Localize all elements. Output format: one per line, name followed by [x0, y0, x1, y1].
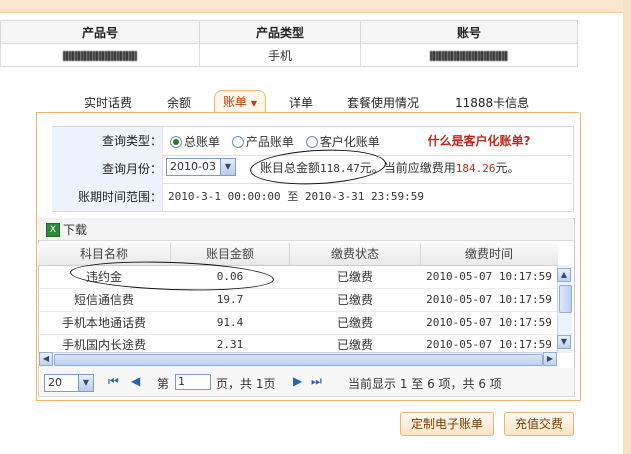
account-redacted	[360, 43, 578, 67]
row-status: 已缴费	[336, 270, 373, 284]
grid-toolbar	[38, 218, 573, 241]
horizontal-scroll-thumb[interactable]	[54, 354, 543, 366]
row-amount: 2.31	[216, 338, 244, 351]
page-number-input[interactable]: 1	[175, 374, 211, 390]
query-range-value: 2010-3-1 00:00:00 至 2010-3-31 23:59:59	[168, 190, 425, 203]
summary-due: 184.26	[455, 162, 496, 175]
scroll-left-icon[interactable]: ◀	[39, 352, 53, 366]
col-amount[interactable]: 账目金额	[171, 243, 290, 265]
row-amount: 91.4	[216, 316, 244, 329]
vertical-scroll-thumb[interactable]	[559, 285, 572, 313]
row-pay-time: 2010-05-07 10:17:59	[426, 338, 552, 351]
tab-bill-label: 账单	[223, 95, 248, 109]
summary-suffix: 元。	[495, 161, 520, 175]
radio-product-bill[interactable]	[231, 135, 244, 148]
radio-product-bill-label: 产品账单	[245, 134, 294, 149]
page-size-select[interactable]: 20 ▼	[44, 374, 94, 392]
row-amount: 19.7	[216, 293, 244, 306]
row-status: 已缴费	[336, 316, 373, 330]
product-type-value: 手机	[199, 43, 361, 67]
chevron-down-icon: ▼	[220, 159, 235, 175]
radio-total-bill-label: 总账单	[184, 134, 221, 149]
last-page-icon[interactable]: ⏭	[311, 374, 322, 389]
query-month-label: 查询月份：	[52, 155, 163, 183]
radio-custom-bill-label: 客户化账单	[319, 134, 380, 149]
recharge-button[interactable]: 充值交费	[504, 412, 575, 436]
month-select-value: 2010-03	[170, 160, 216, 173]
row-subject: 手机本地通话费	[61, 316, 146, 330]
page-suffix: 页，共 1页	[216, 377, 276, 391]
excel-icon[interactable]: X	[46, 223, 60, 237]
query-range-label: 账期时间范围：	[52, 183, 163, 211]
prev-page-icon[interactable]: ◀	[131, 374, 140, 388]
col-account: 账号	[360, 20, 578, 44]
custom-bill-help-link[interactable]: 什么是客户化账单?	[428, 134, 531, 148]
tab-realtime-charges[interactable]: 实时话费	[84, 93, 132, 113]
row-status: 已缴费	[336, 293, 373, 307]
table-row[interactable]: 手机本地通话费 91.4 已缴费 2010-05-07 10:17:59	[38, 312, 558, 335]
row-pay-time: 2010-05-07 10:17:59	[426, 270, 552, 283]
row-status: 已缴费	[336, 338, 373, 352]
tab-11888-card[interactable]: 11888卡信息	[455, 93, 529, 113]
row-pay-time: 2010-05-07 10:17:59	[426, 293, 552, 306]
product-no-redacted	[0, 43, 200, 67]
first-page-icon[interactable]: ⏮	[108, 374, 119, 389]
page-top-strip	[0, 0, 631, 13]
row-subject: 短信通信费	[73, 293, 134, 307]
tab-detail[interactable]: 详单	[289, 93, 313, 113]
page-right-edge	[623, 0, 631, 454]
scroll-right-icon[interactable]: ▶	[543, 352, 557, 366]
page-size-value: 20	[48, 376, 62, 389]
scroll-down-icon[interactable]: ▼	[557, 335, 571, 349]
chevron-down-icon: ▼	[78, 375, 93, 391]
col-pay-time[interactable]: 缴费时间	[421, 243, 557, 265]
next-page-icon[interactable]: ▶	[293, 374, 302, 388]
row-pay-time: 2010-05-07 10:17:59	[426, 316, 552, 329]
product-info-table: 产品号 产品类型 账号 手机	[0, 20, 578, 67]
col-product-no: 产品号	[0, 20, 200, 44]
col-status[interactable]: 缴费状态	[290, 243, 421, 265]
page-prefix: 第	[157, 377, 170, 391]
table-row[interactable]: 手机国内长途费 2.31 已缴费 2010-05-07 10:17:59	[38, 334, 558, 353]
query-range-row: 账期时间范围： 2010-3-1 00:00:00 至 2010-3-31 23…	[52, 183, 572, 211]
row-subject: 手机国内长途费	[61, 338, 146, 352]
chevron-down-icon: ▼	[250, 99, 257, 108]
tab-package-usage[interactable]: 套餐使用情况	[347, 93, 419, 113]
table-row[interactable]: 短信通信费 19.7 已缴费 2010-05-07 10:17:59	[38, 289, 558, 312]
scroll-up-icon[interactable]: ▲	[557, 268, 571, 282]
pager-status: 当前显示 1 至 6 项，共 6 项	[348, 377, 502, 391]
tab-balance[interactable]: 余额	[167, 93, 191, 113]
col-product-type: 产品类型	[199, 20, 361, 44]
download-button[interactable]: 下载	[63, 222, 87, 238]
query-type-label: 查询类型：	[52, 127, 163, 155]
custom-e-bill-button[interactable]: 定制电子账单	[400, 412, 495, 436]
tab-bill[interactable]: 账单 ▼	[214, 90, 266, 112]
radio-total-bill[interactable]	[170, 135, 182, 148]
radio-custom-bill[interactable]	[305, 135, 318, 148]
month-select[interactable]: 2010-03 ▼	[166, 158, 236, 176]
